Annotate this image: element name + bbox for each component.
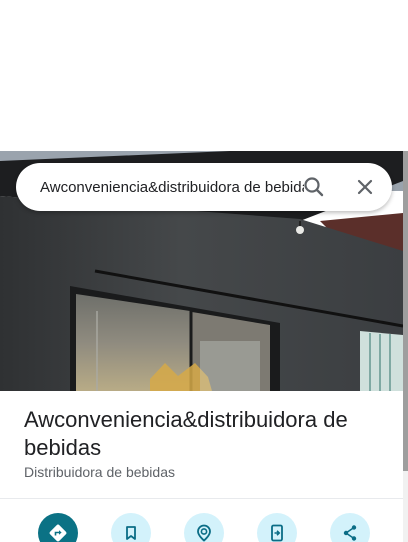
nearby-button[interactable]: [184, 513, 224, 542]
place-category[interactable]: Distribuidora de bebidas: [24, 464, 175, 480]
search-box: [16, 163, 392, 211]
close-icon: [357, 179, 373, 195]
scrollbar-thumb[interactable]: [403, 151, 408, 471]
divider: [0, 498, 403, 499]
send-to-phone-icon: [271, 524, 283, 542]
panel-scrollbar[interactable]: [403, 151, 408, 542]
search-icon: [304, 177, 324, 197]
share-button[interactable]: [330, 513, 370, 542]
bookmark-icon: [126, 526, 136, 540]
send-to-phone-button[interactable]: [257, 513, 297, 542]
directions-button[interactable]: [38, 513, 78, 542]
clear-search-button[interactable]: [351, 173, 379, 201]
map-blank-area: [0, 0, 408, 151]
search-input[interactable]: [40, 175, 304, 199]
directions-icon: [49, 524, 67, 542]
search-button[interactable]: [300, 173, 328, 201]
place-panel: Awconveniencia&distribuidora de bebidas …: [0, 151, 403, 542]
nearby-icon: [197, 524, 211, 542]
share-icon: [343, 525, 357, 541]
place-title: Awconveniencia&distribuidora de bebidas: [24, 407, 348, 460]
save-button[interactable]: [111, 513, 151, 542]
